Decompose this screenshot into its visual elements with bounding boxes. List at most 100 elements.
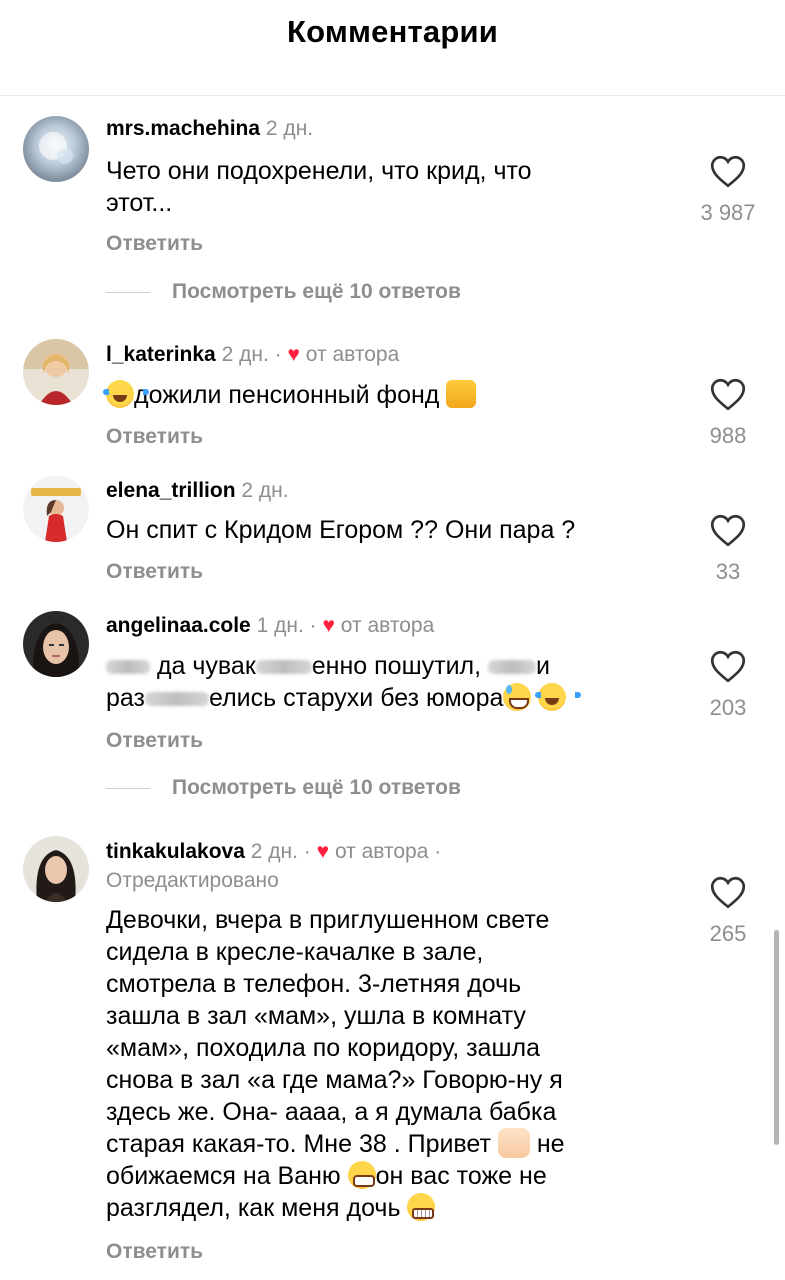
- timestamp: 2 дн.: [241, 479, 289, 502]
- text-fragment: старая какая-то. Мне 38 . Привет: [106, 1130, 491, 1158]
- raising-hands-emoji-icon: [446, 380, 477, 408]
- reply-button[interactable]: Ответить: [106, 425, 203, 449]
- heart-icon[interactable]: [710, 650, 746, 683]
- waving-hand-emoji-icon: [497, 1128, 530, 1158]
- comment-meta: tinkakulakova 2 дн. · ♥ от автора ·: [106, 840, 441, 864]
- comment-text: да чувак енно пошутил, и раз елись старухи…: [106, 650, 582, 714]
- reply-button[interactable]: Ответить: [106, 1240, 203, 1264]
- text-line: смотрела в телефон. 3-летняя дочь: [106, 970, 522, 998]
- comment-text: Девочки, вчера в приглушенном свете сиде…: [106, 904, 565, 1224]
- text-line: этот...: [106, 189, 173, 217]
- like-count: 988: [709, 423, 747, 448]
- heart-icon[interactable]: [710, 378, 746, 411]
- text-fragment: елись старухи без юмора: [209, 684, 504, 712]
- divider: [106, 787, 150, 789]
- avatar[interactable]: [23, 116, 89, 182]
- timestamp: 2 дн.: [250, 840, 298, 863]
- reply-button[interactable]: Ответить: [106, 560, 203, 584]
- avatar[interactable]: [23, 836, 89, 902]
- text-line: старая какая-то. Мне 38 . Привет не: [106, 1128, 565, 1160]
- grimacing-emoji-icon: [407, 1193, 436, 1221]
- text-content: Он спит с Кридом Егором ?? Они пара ?: [106, 516, 576, 544]
- text-fragment: он вас тоже не: [375, 1162, 547, 1190]
- scrollbar[interactable]: [774, 930, 779, 1145]
- text-fragment: да чувак: [156, 652, 256, 680]
- censored-word: [488, 660, 537, 675]
- author-heart-icon: ♥: [322, 614, 335, 637]
- text-line: «мам», походила по коридору, зашла: [106, 1034, 540, 1062]
- tears-of-joy-emoji-icon: [535, 683, 582, 711]
- comment-text: дожили пенсионный фонд: [103, 379, 477, 411]
- avatar[interactable]: [23, 476, 89, 542]
- edited-label: Отредактировано: [106, 869, 279, 892]
- heart-icon[interactable]: [710, 514, 746, 547]
- text-fragment: раз: [106, 684, 145, 712]
- text-line: зашла в зал «мам», ушла в комнату: [106, 1002, 526, 1030]
- comment-meta: l_katerinka 2 дн. · ♥ от автора: [106, 343, 399, 367]
- comment-meta: elena_trillion 2 дн.: [106, 479, 289, 503]
- author-heart-icon: ♥: [316, 840, 330, 863]
- text-content: дожили пенсионный фонд: [134, 381, 440, 409]
- grinning-sweat-emoji-icon: [503, 683, 532, 711]
- text-line: Девочки, вчера в приглушенном свете: [106, 906, 550, 934]
- text-line: разглядел, как меня дочь: [106, 1192, 565, 1224]
- username[interactable]: mrs.machehina: [106, 117, 260, 140]
- text-line: снова в зал «а где мама?» Говорю-ну я: [106, 1066, 563, 1094]
- author-heart-icon: ♥: [287, 343, 300, 366]
- comments-header: Комментарии: [0, 0, 785, 96]
- separator: ·: [434, 840, 442, 863]
- timestamp: 2 дн.: [265, 117, 314, 140]
- text-fragment: разглядел, как меня дочь: [106, 1194, 401, 1222]
- comment-meta: angelinaa.cole 1 дн. · ♥ от автора: [106, 614, 434, 638]
- view-more-label: Посмотреть ещё 10 ответов: [172, 280, 461, 303]
- text-fragment: и: [536, 652, 550, 680]
- comment-text: Он спит с Кридом Егором ?? Они пара ?: [106, 514, 575, 546]
- reply-button[interactable]: Ответить: [106, 729, 203, 753]
- comment-meta: mrs.machehina 2 дн.: [106, 117, 313, 141]
- like-count: 203: [709, 695, 747, 720]
- view-more-replies-button[interactable]: Посмотреть ещё 10 ответов: [106, 776, 461, 800]
- author-badge: от автора: [340, 614, 435, 637]
- divider: [106, 291, 150, 293]
- like-control: 265: [688, 876, 768, 947]
- username[interactable]: l_katerinka: [106, 343, 216, 366]
- timestamp: 1 дн.: [256, 614, 304, 637]
- like-control: 203: [688, 650, 768, 721]
- censored-word: [255, 660, 312, 675]
- separator: ·: [303, 840, 311, 863]
- author-badge: от автора: [334, 840, 429, 863]
- timestamp: 2 дн.: [221, 343, 269, 366]
- like-control: 988: [688, 378, 768, 449]
- avatar[interactable]: [23, 339, 89, 405]
- tears-of-joy-emoji-icon: [103, 380, 149, 408]
- page-title: Комментарии: [287, 14, 498, 49]
- separator: ·: [274, 343, 282, 366]
- text-fragment: не: [536, 1130, 565, 1158]
- censored-word: [106, 660, 150, 675]
- like-count: 3 987: [700, 200, 756, 225]
- username[interactable]: angelinaa.cole: [106, 614, 251, 637]
- censored-word: [145, 692, 209, 707]
- heart-icon[interactable]: [710, 876, 746, 909]
- text-line: сидела в кресле-качалке в зале,: [106, 938, 484, 966]
- avatar[interactable]: [23, 611, 89, 677]
- separator: ·: [309, 614, 317, 637]
- comment-text: Чето они подохренели, что крид, что этот…: [106, 155, 532, 219]
- grinning-emoji-icon: [347, 1161, 376, 1189]
- text-line: обижаемся на Ваню он вас тоже не: [106, 1160, 565, 1192]
- view-more-replies-button[interactable]: Посмотреть ещё 10 ответов: [106, 280, 461, 304]
- text-line: здесь же. Она- аааа, а я думала бабка: [106, 1098, 557, 1126]
- text-line: Чето они подохренели, что крид, что: [106, 157, 532, 185]
- like-control: 3 987: [688, 155, 768, 226]
- heart-icon[interactable]: [710, 155, 746, 188]
- username[interactable]: elena_trillion: [106, 479, 236, 502]
- text-line: раз елись старухи без юмора: [106, 682, 582, 714]
- view-more-label: Посмотреть ещё 10 ответов: [172, 776, 461, 799]
- like-count: 33: [715, 559, 741, 584]
- reply-button[interactable]: Ответить: [106, 232, 203, 256]
- like-count: 265: [709, 921, 747, 946]
- text-fragment: енно пошутил,: [311, 652, 482, 680]
- author-badge: от автора: [305, 343, 400, 366]
- username[interactable]: tinkakulakova: [106, 840, 245, 863]
- text-line: да чувак енно пошутил, и: [106, 650, 566, 682]
